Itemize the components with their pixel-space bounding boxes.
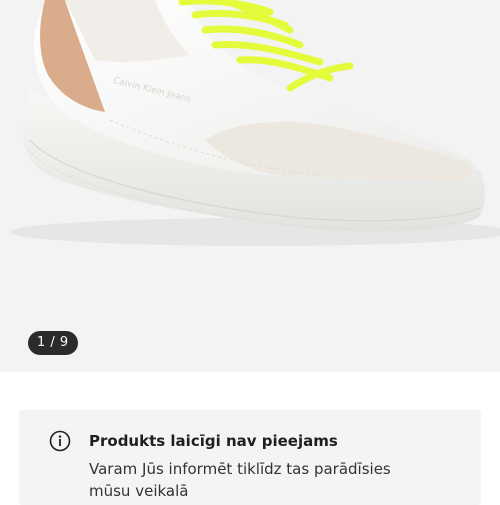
product-image-gallery[interactable]: Calvin Klein Jeans 1 / 9	[0, 0, 500, 372]
notice-message: Varam Jūs informēt tiklīdz tas parādīsie…	[89, 460, 391, 500]
info-icon	[49, 430, 71, 452]
availability-notice: Produkts laicīgi nav pieejams Varam Jūs …	[19, 410, 481, 505]
product-image: Calvin Klein Jeans	[10, 0, 500, 246]
notice-title: Produkts laicīgi nav pieejams	[89, 432, 338, 450]
image-counter: 1 / 9	[28, 331, 78, 355]
